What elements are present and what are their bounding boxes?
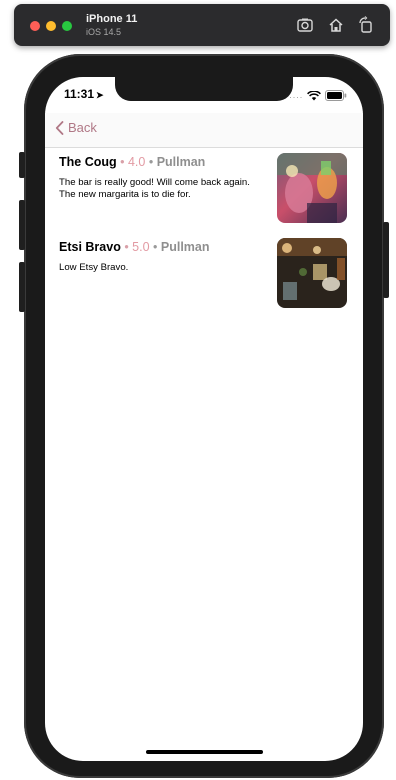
home-indicator[interactable] <box>146 750 263 754</box>
os-version: iOS 14.5 <box>86 27 122 37</box>
separator: • <box>145 155 157 169</box>
power-button <box>383 222 389 298</box>
navigation-bar: Back <box>45 113 363 148</box>
signal-icon: ···· <box>289 92 303 102</box>
review-photo[interactable] <box>277 238 347 308</box>
rating: 5.0 <box>132 240 150 254</box>
location-arrow-icon: ➤ <box>96 90 104 100</box>
chevron-left-icon <box>55 120 64 135</box>
bar-name: The Coug <box>59 155 117 169</box>
back-label: Back <box>68 120 97 135</box>
status-time-text: 11:31 <box>64 87 95 101</box>
rating: 4.0 <box>127 155 146 169</box>
review-title: Etsi Bravo • 5.0 • Pullman <box>59 240 210 254</box>
notch <box>115 77 293 101</box>
status-time: 11:31 ➤ <box>64 87 104 101</box>
city: Pullman <box>160 240 210 254</box>
status-indicators: ···· <box>289 88 347 106</box>
bar-name: Etsi Bravo <box>59 240 121 254</box>
back-button[interactable]: Back <box>55 120 97 135</box>
zoom-window-button[interactable] <box>62 21 72 31</box>
volume-up-button <box>19 200 25 250</box>
review-title: The Coug • 4.0 • Pullman <box>59 155 205 169</box>
review-text: Low Etsy Bravo. <box>59 262 129 273</box>
simulator-toolbar: iPhone 11 iOS 14.5 <box>14 4 390 46</box>
review-photo[interactable] <box>277 153 347 223</box>
separator: • <box>149 240 161 254</box>
separator: • <box>120 240 133 254</box>
list-item[interactable]: Etsi Bravo • 5.0 • Pullman Low Etsy Brav… <box>45 233 363 318</box>
separator: • <box>116 155 128 169</box>
city: Pullman <box>156 155 206 169</box>
screenshot-icon[interactable] <box>296 16 314 34</box>
close-window-button[interactable] <box>30 21 40 31</box>
review-list: The Coug • 4.0 • Pullman The bar is real… <box>45 148 363 318</box>
wifi-icon <box>307 88 321 106</box>
device-name: iPhone 11 <box>86 13 138 25</box>
minimize-window-button[interactable] <box>46 21 56 31</box>
volume-down-button <box>19 262 25 312</box>
home-icon[interactable] <box>327 16 345 34</box>
battery-icon <box>325 88 347 106</box>
rotate-icon[interactable] <box>357 16 375 34</box>
phone-screen: 11:31 ➤ ···· Back The Coug • 4.0 • Pullma… <box>45 77 363 761</box>
mute-switch <box>19 152 25 178</box>
list-item[interactable]: The Coug • 4.0 • Pullman The bar is real… <box>45 148 363 233</box>
review-text: The bar is really good! Will come back a… <box>59 177 250 200</box>
